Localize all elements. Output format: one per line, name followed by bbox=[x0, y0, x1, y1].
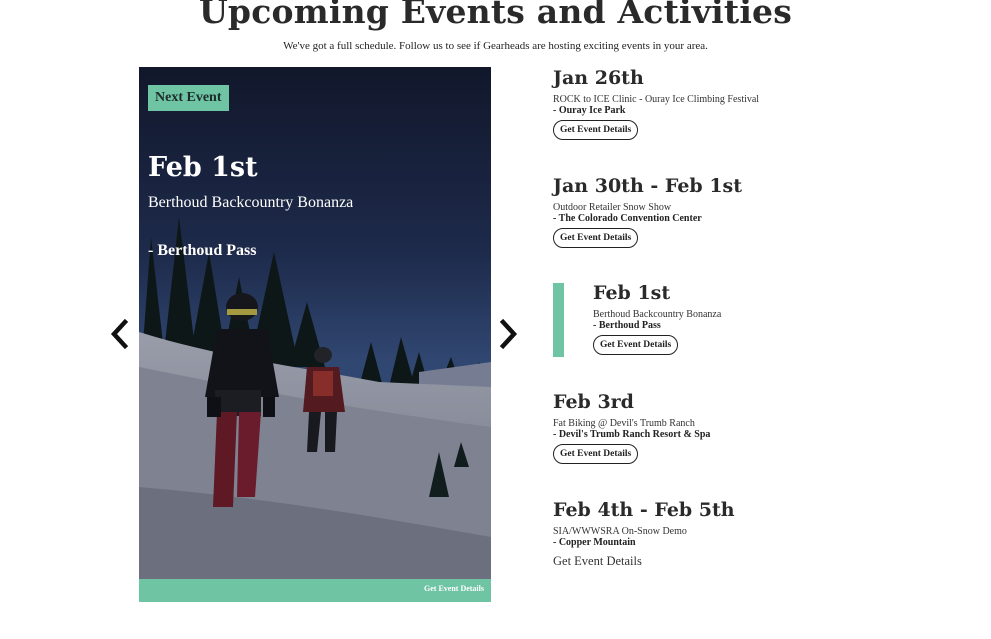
event-item-jan-26: Jan 26th ROCK to ICE Clinic - Ouray Ice … bbox=[553, 66, 853, 140]
event-location: - Copper Mountain bbox=[553, 537, 636, 548]
event-name: ROCK to ICE Clinic - Ouray Ice Climbing … bbox=[553, 94, 760, 105]
event-item-jan-30: Jan 30th - Feb 1st Outdoor Retailer Snow… bbox=[553, 174, 853, 248]
event-name: Berthoud Backcountry Bonanza bbox=[593, 309, 722, 320]
page-subtitle: We've got a full schedule. Follow us to … bbox=[283, 40, 708, 52]
featured-event-date: Feb 1st bbox=[148, 152, 258, 183]
get-event-details-button[interactable]: Get Event Details bbox=[553, 120, 639, 140]
chevron-right-icon bbox=[499, 318, 518, 350]
event-item-feb-1-active: Feb 1st Berthoud Backcountry Bonanza - B… bbox=[553, 281, 853, 357]
featured-event-details-link[interactable]: Get Event Details bbox=[139, 579, 491, 602]
active-event-indicator bbox=[553, 283, 564, 357]
featured-event-photo bbox=[139, 67, 491, 602]
event-location: - Ouray Ice Park bbox=[553, 105, 626, 116]
get-event-details-button[interactable]: Get Event Details bbox=[553, 444, 639, 464]
event-item-feb-3: Feb 3rd Fat Biking @ Devil's Trumb Ranch… bbox=[553, 390, 853, 464]
get-event-details-link[interactable]: Get Event Details bbox=[553, 554, 642, 569]
event-item-feb-4: Feb 4th - Feb 5th SIA/WWWSRA On-Snow Dem… bbox=[553, 498, 853, 569]
event-location: - Berthoud Pass bbox=[593, 320, 661, 331]
featured-event-location: - Berthoud Pass bbox=[148, 242, 257, 259]
event-location: - The Colorado Convention Center bbox=[553, 213, 702, 224]
next-event-badge: Next Event bbox=[148, 85, 229, 111]
event-date: Jan 26th bbox=[553, 67, 644, 89]
event-name: Outdoor Retailer Snow Show bbox=[553, 202, 672, 213]
get-event-details-button[interactable]: Get Event Details bbox=[553, 228, 639, 248]
carousel-prev-button[interactable] bbox=[109, 318, 131, 350]
event-date: Feb 1st bbox=[593, 282, 671, 304]
featured-event-name: Berthoud Backcountry Bonanza bbox=[148, 194, 354, 211]
event-location: - Devil's Trumb Ranch Resort & Spa bbox=[553, 429, 711, 440]
page-title: Upcoming Events and Activities bbox=[198, 0, 793, 31]
event-date: Feb 4th - Feb 5th bbox=[553, 499, 735, 521]
carousel-next-button[interactable] bbox=[497, 318, 519, 350]
event-date: Feb 3rd bbox=[553, 391, 634, 413]
get-event-details-button[interactable]: Get Event Details bbox=[593, 335, 679, 355]
event-name: Fat Biking @ Devil's Trumb Ranch bbox=[553, 418, 695, 429]
event-name: SIA/WWWSRA On-Snow Demo bbox=[553, 526, 687, 537]
event-date: Jan 30th - Feb 1st bbox=[553, 175, 743, 197]
featured-event-card[interactable]: Next Event Feb 1st Berthoud Backcountry … bbox=[139, 67, 491, 602]
chevron-left-icon bbox=[110, 318, 129, 350]
